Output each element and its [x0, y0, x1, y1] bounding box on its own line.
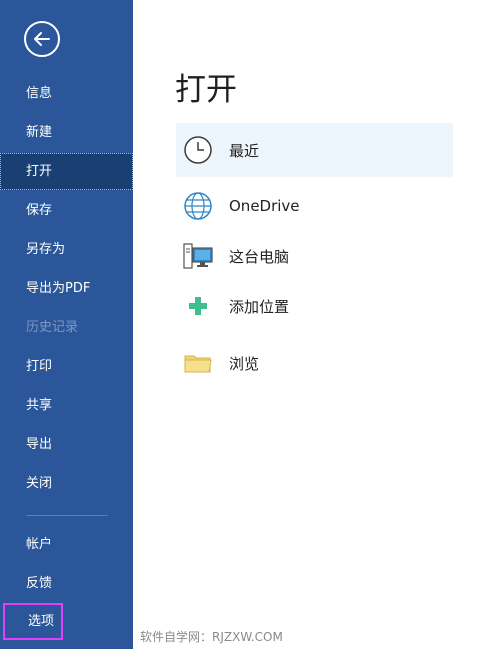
computer-icon	[183, 241, 213, 271]
location-add-place[interactable]: 添加位置	[176, 279, 453, 333]
back-button[interactable]	[24, 21, 60, 57]
sidebar-item-share[interactable]: 共享	[0, 387, 133, 424]
sidebar-item-feedback[interactable]: 反馈	[0, 565, 133, 602]
sidebar-item-save-as[interactable]: 另存为	[0, 231, 133, 268]
sidebar-item-close[interactable]: 关闭	[0, 465, 133, 502]
globe-icon	[183, 191, 213, 221]
sidebar-item-info[interactable]: 信息	[0, 75, 133, 112]
backstage-sidebar: 信息 新建 打开 保存 另存为 导出为PDF 历史记录 打印 共享 导出 关闭 …	[0, 0, 133, 649]
location-label: 最近	[229, 141, 260, 160]
arrow-left-icon	[34, 32, 50, 46]
sidebar-item-new[interactable]: 新建	[0, 114, 133, 151]
location-label: 浏览	[229, 354, 260, 373]
location-onedrive[interactable]: OneDrive	[176, 179, 453, 233]
sidebar-item-save[interactable]: 保存	[0, 192, 133, 229]
sidebar-divider	[26, 515, 108, 516]
clock-icon	[183, 135, 213, 165]
plus-icon	[183, 291, 213, 321]
page-title: 打开	[175, 72, 237, 108]
location-recent[interactable]: 最近	[176, 123, 453, 177]
location-label: OneDrive	[229, 197, 300, 215]
sidebar-item-export[interactable]: 导出	[0, 426, 133, 463]
watermark-text: 软件自学网：RJZXW.COM	[140, 630, 283, 644]
sidebar-item-account[interactable]: 帐户	[0, 526, 133, 563]
sidebar-item-print[interactable]: 打印	[0, 348, 133, 385]
sidebar-item-open[interactable]: 打开	[0, 153, 133, 190]
folder-icon	[183, 348, 213, 378]
location-this-pc[interactable]: 这台电脑	[176, 229, 453, 283]
sidebar-item-history: 历史记录	[26, 320, 79, 335]
location-label: 添加位置	[229, 297, 290, 316]
sidebar-item-export-pdf[interactable]: 导出为PDF	[0, 270, 133, 307]
sidebar-item-options[interactable]: 选项	[3, 603, 63, 640]
location-label: 这台电脑	[229, 247, 290, 266]
location-browse[interactable]: 浏览	[176, 336, 453, 390]
